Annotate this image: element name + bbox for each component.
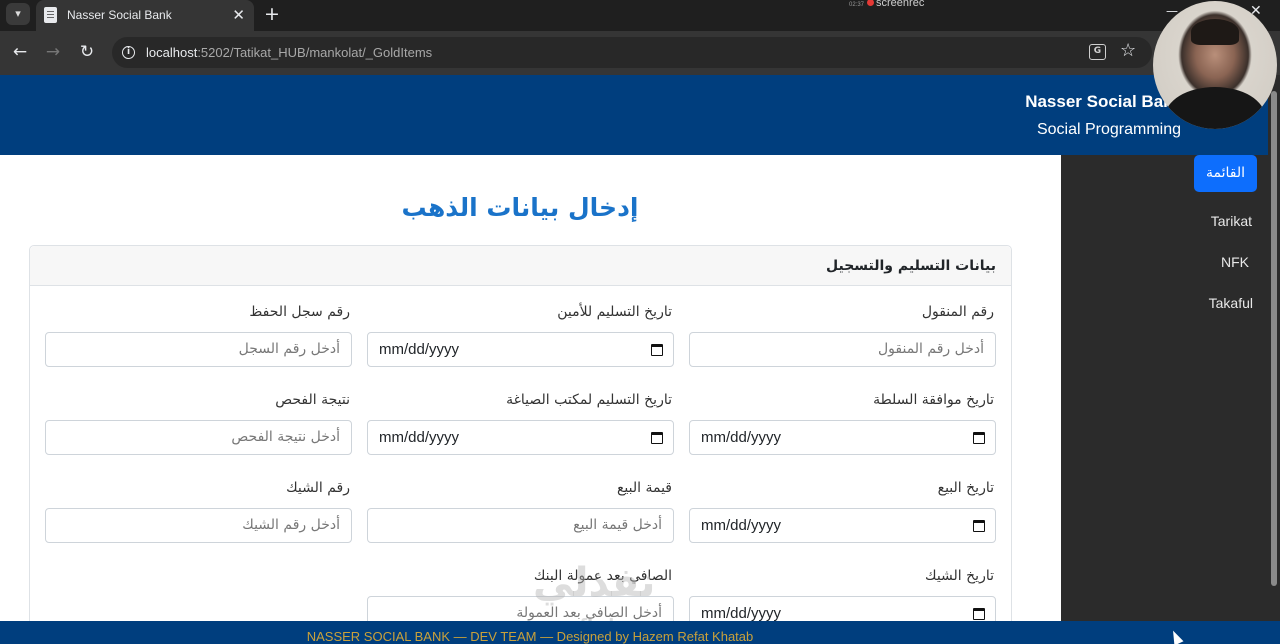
card-title: بيانات التسليم والتسجيل [30,246,1011,286]
field-transfer-no: رقم المنقول أدخل رقم المنقول [689,301,996,367]
page-favicon-icon [44,7,57,23]
main-content: إدخال بيانات الذهب بيانات التسليم والتسج… [0,155,1061,621]
forward-arrow-icon[interactable]: → [41,40,65,64]
page-title: إدخال بيانات الذهب [401,193,639,222]
authority-date-input[interactable]: mm/dd/yyyy [689,420,996,455]
plus-icon[interactable]: + [264,2,280,26]
browser-tab-strip: ▾ Nasser Social Bank ✕ + 02:37 screenrec … [0,0,1280,31]
url-host: localhost [146,45,198,60]
url-text[interactable]: localhost:5202/Tatikat_HUB/mankolat/_Gol… [146,45,432,60]
star-icon[interactable]: ☆ [1120,40,1136,61]
browser-toolbar: ← → ↻ i localhost:5202/Tatikat_HUB/manko… [0,31,1280,75]
field-cheque-date: تاريخ الشيك mm/dd/yyyy [689,565,996,621]
browser-tab[interactable]: Nasser Social Bank ✕ [36,0,254,31]
field-record-no: رقم سجل الحفظ أدخل رقم السجل [45,301,352,367]
cheque-date-input[interactable]: mm/dd/yyyy [689,596,996,621]
date-value: mm/dd/yyyy [701,517,782,534]
reload-icon[interactable]: ↻ [75,40,99,64]
delivery-card: بيانات التسليم والتسجيل رقم المنقول أدخل… [29,245,1012,621]
field-label: قيمة البيع [616,480,672,496]
date-value: mm/dd/yyyy [701,605,782,621]
brand-subtitle: Social Programming [1036,121,1181,138]
watermark-logo: نفذلي [533,560,656,606]
inspection-result-input[interactable]: أدخل نتيجة الفحص [45,420,352,455]
close-icon[interactable]: ✕ [232,5,245,25]
screen-recorder-badge: 02:37 screenrec [849,0,924,9]
webcam-person-body [1165,87,1265,129]
sidebar-item-menu[interactable]: القائمة [1194,155,1257,192]
sidebar-item-nfk[interactable]: NFK [1221,254,1249,270]
field-label: تاريخ التسليم للأمين [557,304,672,320]
field-label: تاريخ الشيك [925,568,994,584]
field-label: رقم الشيك [286,480,350,496]
back-arrow-icon[interactable]: ← [8,40,32,64]
field-sale-value: قيمة البيع أدخل قيمة البيع [367,477,674,543]
recorder-label: screenrec [876,0,925,9]
sale-value-input[interactable]: أدخل قيمة البيع [367,508,674,543]
translate-icon[interactable]: G [1089,44,1106,60]
calendar-icon[interactable] [651,432,663,444]
app-header: Nasser Social Bank Social Programming [0,75,1280,155]
webcam-person [1191,19,1239,45]
field-cheque-no: رقم الشيك أدخل رقم الشيك [45,477,352,543]
tab-search-icon[interactable]: ▾ [6,3,30,25]
address-bar[interactable]: i localhost:5202/Tatikat_HUB/mankolat/_G… [112,37,1152,68]
record-dot-icon [867,0,875,6]
calendar-icon[interactable] [973,608,985,620]
tab-title: Nasser Social Bank [67,8,172,22]
recorder-time: 02:37 [849,2,865,8]
assay-office-date-input[interactable]: mm/dd/yyyy [367,420,674,455]
webcam-overlay [1153,1,1277,129]
calendar-icon[interactable] [973,520,985,532]
date-value: mm/dd/yyyy [379,429,460,446]
date-value: mm/dd/yyyy [379,341,460,358]
field-custodian-date: تاريخ التسليم للأمين mm/dd/yyyy [367,301,674,367]
sale-date-input[interactable]: mm/dd/yyyy [689,508,996,543]
field-label: رقم سجل الحفظ [249,304,350,320]
field-sale-date: تاريخ البيع mm/dd/yyyy [689,477,996,543]
scrollbar-thumb[interactable] [1271,91,1277,586]
field-label: تاريخ موافقة السلطة [873,392,994,408]
sidebar: القائمة Tarikat NFK Takaful [1061,155,1280,644]
page-footer: NASSER SOCIAL BANK — DEV TEAM — Designed… [0,621,1280,644]
sidebar-item-tarikat[interactable]: Tarikat [1211,213,1252,229]
field-assay-office-date: تاريخ التسليم لمكتب الصياغة mm/dd/yyyy [367,389,674,455]
site-info-icon[interactable]: i [122,46,135,59]
field-label: تاريخ البيع [937,480,994,496]
custodian-date-input[interactable]: mm/dd/yyyy [367,332,674,367]
calendar-icon[interactable] [651,344,663,356]
field-label: رقم المنقول [921,304,994,320]
page-scrollbar[interactable] [1268,75,1280,621]
calendar-icon[interactable] [973,432,985,444]
field-label: تاريخ التسليم لمكتب الصياغة [506,392,672,408]
field-label: نتيجة الفحص [275,392,350,408]
date-value: mm/dd/yyyy [701,429,782,446]
record-no-input[interactable]: أدخل رقم السجل [45,332,352,367]
sidebar-item-takaful[interactable]: Takaful [1209,295,1253,311]
field-inspection-result: نتيجة الفحص أدخل نتيجة الفحص [45,389,352,455]
transfer-no-input[interactable]: أدخل رقم المنقول [689,332,996,367]
cheque-no-input[interactable]: أدخل رقم الشيك [45,508,352,543]
field-authority-date: تاريخ موافقة السلطة mm/dd/yyyy [689,389,996,455]
url-path: :5202/Tatikat_HUB/mankolat/_GoldItems [197,45,433,60]
